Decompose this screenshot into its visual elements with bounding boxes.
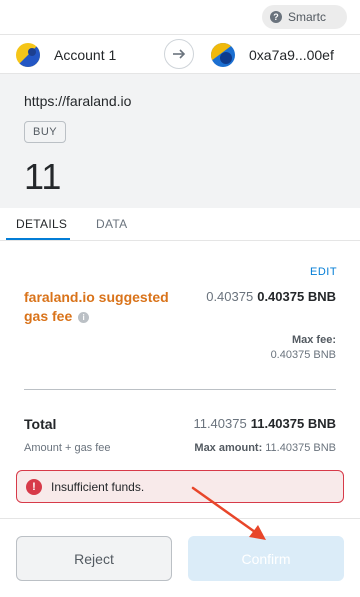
divider: [24, 389, 336, 390]
network-selector[interactable]: ? Smartc: [262, 5, 347, 29]
arrow-right-icon: [164, 39, 194, 69]
error-message: Insufficient funds.: [51, 479, 145, 494]
network-label: Smartc: [288, 10, 327, 24]
gas-fee-label-text: faraland.io suggested gas fee: [24, 289, 169, 324]
recipient-avatar-icon: [211, 43, 235, 67]
total-native: 11.40375 BNB: [250, 416, 336, 431]
max-fee-value: 0.40375 BNB: [270, 349, 336, 361]
max-amount-value: 11.40375 BNB: [265, 442, 336, 454]
from-account[interactable]: Account 1: [16, 43, 116, 67]
origin-url: https://faraland.io: [24, 93, 132, 109]
to-account[interactable]: 0xa7a9...00ef: [211, 43, 334, 67]
transaction-summary: https://faraland.io BUY 11: [0, 74, 360, 208]
account-avatar-icon: [16, 43, 40, 67]
gas-fee-fiat: 0.40375: [206, 289, 254, 304]
total-fiat: 11.40375: [193, 416, 247, 431]
footer-actions: Reject Confirm: [0, 518, 360, 597]
total-values: 11.40375 11.40375 BNB: [193, 416, 336, 431]
method-badge: BUY: [24, 121, 67, 143]
tab-details[interactable]: DETAILS: [16, 217, 67, 231]
transaction-amount: 11: [24, 156, 62, 197]
total-subtitle: Amount + gas fee: [24, 442, 111, 454]
from-account-name: Account 1: [54, 47, 117, 63]
tab-bar: DETAILS DATA: [0, 208, 360, 241]
gas-fee-label: faraland.io suggested gas fee i: [24, 288, 184, 326]
max-amount-label: Max amount:: [194, 442, 263, 454]
info-icon[interactable]: i: [78, 311, 90, 323]
gas-fee-values: 0.40375 0.40375 BNB: [206, 289, 336, 304]
total-label: Total: [24, 416, 57, 432]
gas-fee-native: 0.40375 BNB: [257, 289, 336, 304]
to-account-address: 0xa7a9...00ef: [249, 47, 334, 63]
help-icon: ?: [270, 11, 282, 23]
edit-gas-link[interactable]: EDIT: [310, 266, 337, 278]
max-amount: Max amount: 11.40375 BNB: [194, 442, 336, 454]
error-banner: ! Insufficient funds.: [16, 470, 344, 503]
top-bar: ? Smartc: [0, 0, 360, 34]
error-icon: !: [26, 478, 42, 495]
active-tab-indicator: [6, 238, 70, 240]
confirm-button[interactable]: Confirm: [188, 536, 344, 581]
account-bar: Account 1 0xa7a9...00ef: [0, 34, 360, 74]
tab-data[interactable]: DATA: [96, 217, 127, 231]
max-fee-label: Max fee:: [291, 334, 336, 346]
reject-button[interactable]: Reject: [16, 536, 172, 581]
